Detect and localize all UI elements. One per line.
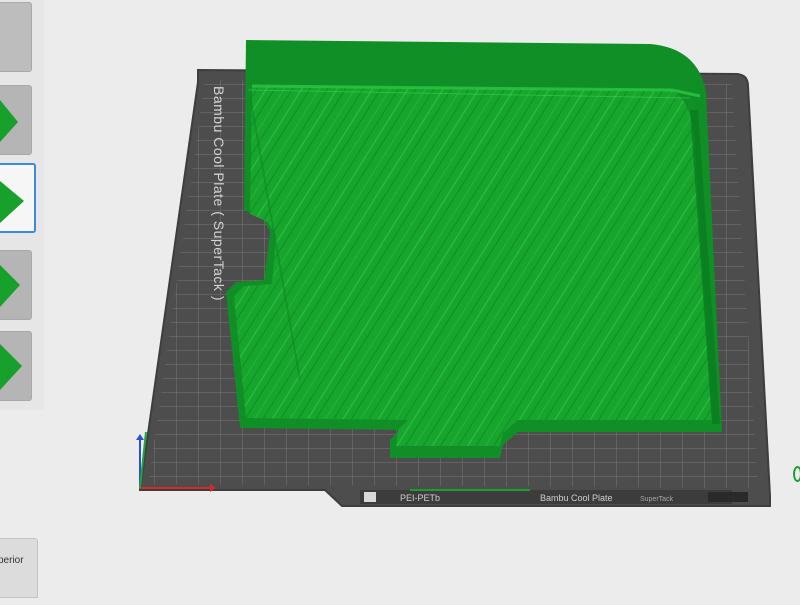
model-preview-icon <box>0 86 31 154</box>
print-quality-button[interactable]: perior <box>0 538 38 598</box>
print-quality-label: perior <box>0 555 24 566</box>
3d-viewport[interactable]: Bambu Cool Plate ( SuperTack ) PEI-PETb … <box>0 0 800 600</box>
plate-thumbnail-5[interactable] <box>0 331 32 401</box>
plate-thumbnail-4[interactable] <box>0 250 32 320</box>
plate-thumbnail-3[interactable] <box>0 163 36 233</box>
plate-name-label: Bambu Cool Plate <box>540 493 613 503</box>
plate-thumbnail-1[interactable] <box>0 2 32 72</box>
plate-sub-label: SuperTack <box>640 496 674 503</box>
model-preview-icon <box>0 251 31 319</box>
model-preview-icon <box>0 332 31 400</box>
model-preview-icon <box>0 165 34 231</box>
model-edge-indicator-icon <box>793 466 800 482</box>
sliced-model <box>226 40 722 458</box>
build-plate-scene: Bambu Cool Plate ( SuperTack ) PEI-PETb … <box>136 40 771 507</box>
plate-brand-label: PEI-PETb <box>400 493 440 503</box>
plate-name-vertical: Bambu Cool Plate ( SuperTack ) <box>211 86 227 301</box>
plate-thumbnail-2[interactable] <box>0 85 32 155</box>
plate-thumbnail-list <box>0 0 44 410</box>
